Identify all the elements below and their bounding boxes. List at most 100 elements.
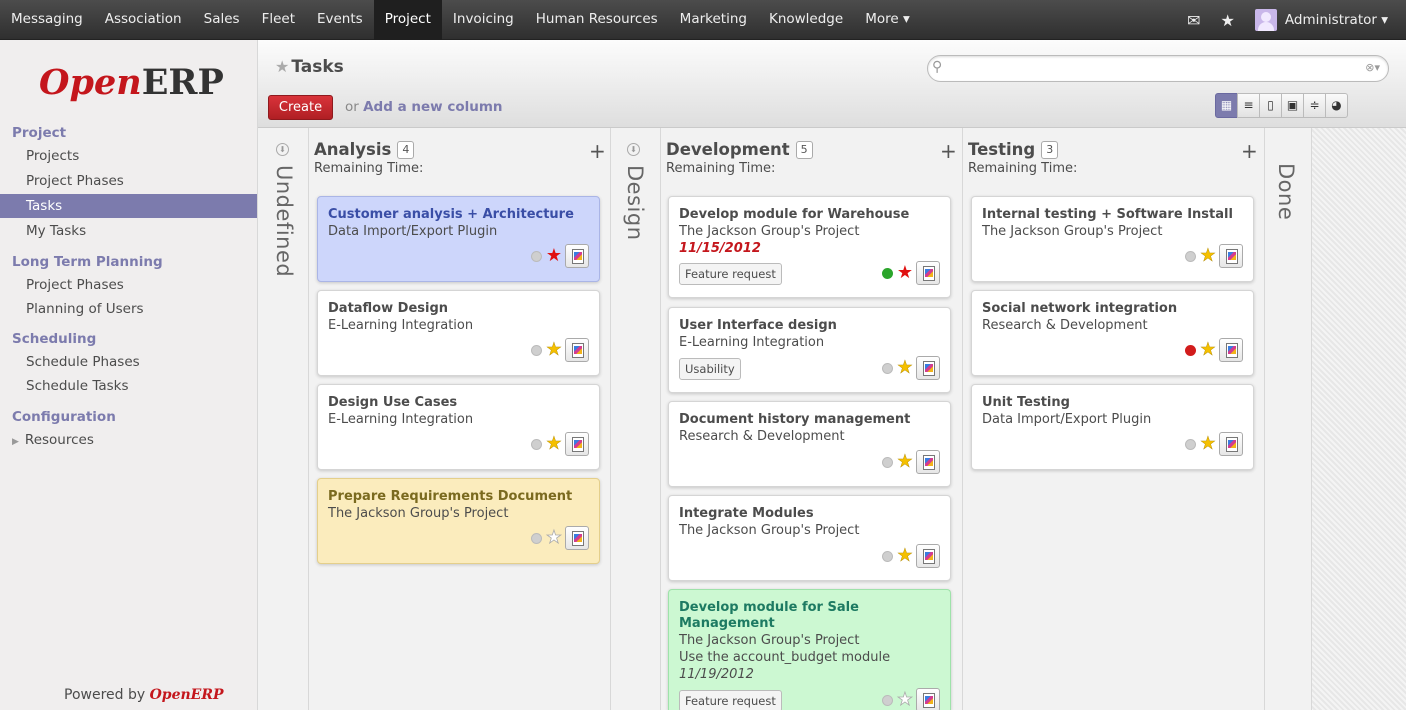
kanban-view-button[interactable]: ▦: [1215, 93, 1238, 118]
powered-by-brand[interactable]: OpenERP: [150, 687, 224, 703]
form-view-button[interactable]: ▯: [1259, 93, 1282, 118]
sidebar-item-tasks[interactable]: Tasks: [0, 194, 257, 218]
state-dot-icon[interactable]: [881, 694, 893, 706]
priority-star-icon[interactable]: ★: [546, 340, 563, 359]
document-icon[interactable]: [916, 544, 940, 568]
task-name[interactable]: Internal testing + Software Install: [982, 207, 1243, 223]
task-card[interactable]: Develop module for Sale Management The J…: [668, 589, 951, 710]
task-card[interactable]: Design Use Cases E-Learning Integration …: [317, 384, 600, 470]
task-card[interactable]: Prepare Requirements Document The Jackso…: [317, 478, 600, 564]
envelope-icon[interactable]: ✉: [1177, 11, 1210, 30]
avatar[interactable]: [1254, 9, 1277, 31]
star-icon[interactable]: ★: [1211, 11, 1245, 30]
document-icon[interactable]: [1219, 338, 1243, 362]
document-icon[interactable]: [916, 356, 940, 380]
document-icon[interactable]: [1219, 432, 1243, 456]
add-new-column-link[interactable]: Add a new column: [363, 99, 502, 115]
task-name[interactable]: Develop module for Sale Management: [679, 600, 879, 632]
document-icon[interactable]: [565, 338, 589, 362]
menu-knowledge[interactable]: Knowledge: [758, 0, 854, 40]
sidebar-item-project-phases[interactable]: Project Phases: [0, 169, 257, 193]
document-icon[interactable]: [565, 526, 589, 550]
quick-create-plus-icon[interactable]: +: [1241, 139, 1258, 163]
task-name[interactable]: Customer analysis + Architecture: [328, 207, 589, 223]
priority-star-icon[interactable]: ★: [897, 264, 913, 282]
priority-star-icon[interactable]: ★: [545, 528, 562, 547]
state-dot-icon[interactable]: [881, 362, 893, 374]
task-card[interactable]: Dataflow Design E-Learning Integration ★: [317, 290, 600, 376]
task-card[interactable]: Unit Testing Data Import/Export Plugin ★: [971, 384, 1254, 470]
task-name[interactable]: Develop module for Warehouse: [679, 207, 940, 223]
menu-messaging[interactable]: Messaging: [0, 0, 94, 40]
quick-create-plus-icon[interactable]: +: [589, 139, 606, 163]
task-card[interactable]: Internal testing + Software Install The …: [971, 196, 1254, 282]
search-box[interactable]: ⚲ ⊗▾: [927, 55, 1389, 82]
task-card[interactable]: Customer analysis + Architecture Data Im…: [317, 196, 600, 282]
list-view-button[interactable]: ≡: [1237, 93, 1260, 118]
sidebar-item-my-tasks[interactable]: My Tasks: [0, 219, 257, 243]
state-dot-icon[interactable]: [1184, 344, 1196, 356]
sidebar-item-ltp-project-phases[interactable]: Project Phases: [0, 273, 257, 297]
sidebar-item-schedule-phases[interactable]: Schedule Phases: [0, 350, 257, 374]
openerp-logo[interactable]: OpenERP: [39, 62, 224, 103]
unfold-icon[interactable]: ⬇: [627, 143, 640, 156]
menu-marketing[interactable]: Marketing: [669, 0, 758, 40]
document-icon[interactable]: [916, 450, 940, 474]
task-card[interactable]: Social network integration Research & De…: [971, 290, 1254, 376]
state-dot-icon[interactable]: [881, 267, 893, 279]
task-name[interactable]: Social network integration: [982, 301, 1243, 317]
sidebar-item-planning-of-users[interactable]: Planning of Users: [0, 297, 257, 321]
task-card[interactable]: Integrate Modules The Jackson Group's Pr…: [668, 495, 951, 581]
sidebar-section-configuration[interactable]: Configuration: [12, 409, 116, 425]
menu-invoicing[interactable]: Invoicing: [442, 0, 525, 40]
sidebar-item-schedule-tasks[interactable]: Schedule Tasks: [0, 374, 257, 398]
state-dot-icon[interactable]: [530, 250, 542, 262]
priority-star-icon[interactable]: ★: [546, 434, 563, 453]
user-menu[interactable]: Administrator ▾: [1277, 12, 1406, 28]
document-icon[interactable]: [565, 244, 589, 268]
gantt-view-button[interactable]: ≑: [1303, 93, 1326, 118]
unfold-icon[interactable]: ⬇: [276, 143, 289, 156]
priority-star-icon[interactable]: ★: [896, 690, 913, 709]
priority-star-icon[interactable]: ★: [546, 247, 562, 265]
search-input[interactable]: [950, 59, 1350, 78]
state-dot-icon[interactable]: [1184, 438, 1196, 450]
task-name[interactable]: User Interface design: [679, 318, 940, 334]
sidebar-item-projects[interactable]: Projects: [0, 144, 257, 168]
sidebar-section-scheduling[interactable]: Scheduling: [12, 331, 96, 347]
menu-sales[interactable]: Sales: [193, 0, 251, 40]
calendar-view-button[interactable]: ▣: [1281, 93, 1304, 118]
priority-star-icon[interactable]: ★: [1200, 340, 1217, 359]
state-dot-icon[interactable]: [530, 438, 542, 450]
state-dot-icon[interactable]: [530, 344, 542, 356]
menu-events[interactable]: Events: [306, 0, 374, 40]
state-dot-icon[interactable]: [881, 550, 893, 562]
graph-view-button[interactable]: ◕: [1325, 93, 1348, 118]
document-icon[interactable]: [916, 261, 940, 285]
favorite-star-icon[interactable]: ★: [275, 57, 289, 76]
document-icon[interactable]: [1219, 244, 1243, 268]
task-card[interactable]: User Interface design E-Learning Integra…: [668, 307, 951, 393]
task-card[interactable]: Document history management Research & D…: [668, 401, 951, 487]
menu-more[interactable]: More ▾: [854, 0, 921, 40]
state-dot-icon[interactable]: [1184, 250, 1196, 262]
task-name[interactable]: Integrate Modules: [679, 506, 940, 522]
task-name[interactable]: Prepare Requirements Document: [328, 489, 589, 505]
priority-star-icon[interactable]: ★: [1200, 246, 1217, 265]
menu-association[interactable]: Association: [94, 0, 193, 40]
priority-star-icon[interactable]: ★: [897, 546, 914, 565]
quick-create-plus-icon[interactable]: +: [940, 139, 957, 163]
priority-star-icon[interactable]: ★: [1200, 434, 1217, 453]
task-name[interactable]: Design Use Cases: [328, 395, 589, 411]
sidebar-section-project[interactable]: Project: [12, 125, 66, 141]
state-dot-icon[interactable]: [881, 456, 893, 468]
state-dot-icon[interactable]: [530, 532, 542, 544]
task-card[interactable]: Develop module for Warehouse The Jackson…: [668, 196, 951, 298]
document-icon[interactable]: [916, 688, 940, 710]
task-name[interactable]: Unit Testing: [982, 395, 1243, 411]
menu-project[interactable]: Project: [373, 0, 442, 40]
priority-star-icon[interactable]: ★: [897, 358, 914, 377]
task-name[interactable]: Document history management: [679, 412, 940, 428]
menu-fleet[interactable]: Fleet: [251, 0, 306, 40]
document-icon[interactable]: [565, 432, 589, 456]
